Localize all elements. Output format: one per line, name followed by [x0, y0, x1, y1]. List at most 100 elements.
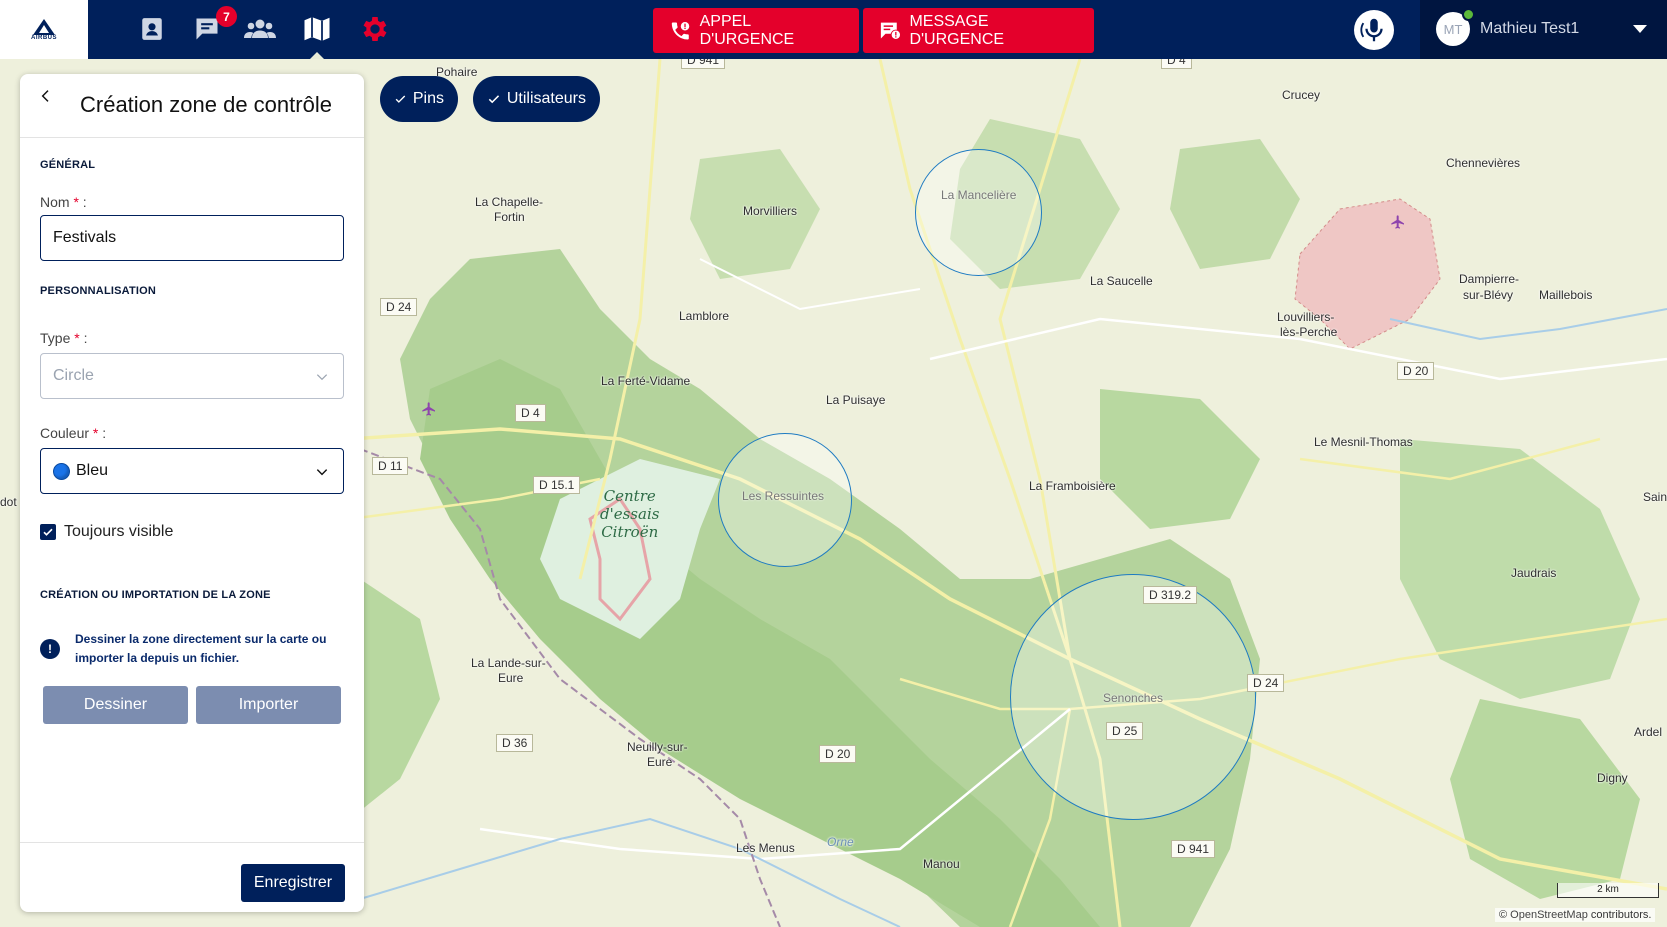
- check-icon: [395, 95, 406, 103]
- groups-icon[interactable]: [243, 12, 277, 46]
- always-visible-label[interactable]: Toujours visible: [64, 523, 173, 541]
- emergency-message-label: MESSAGE D'URGENCE: [909, 12, 1005, 48]
- place-label: Manou: [923, 857, 960, 871]
- place-label: Dampierre-: [1459, 272, 1520, 286]
- road-label: D 4: [515, 404, 546, 422]
- road-label: D 36: [496, 734, 534, 752]
- zone-label: Senonches: [1103, 691, 1164, 705]
- filter-pins-toggle[interactable]: Pins: [380, 76, 458, 122]
- place-label: Maillebois: [1539, 288, 1593, 302]
- emergency-call-button[interactable]: APPEL D'URGENCE: [653, 8, 859, 53]
- test-site-label-line: d'essais: [600, 505, 660, 523]
- color-select[interactable]: Bleu: [40, 448, 344, 494]
- save-button[interactable]: Enregistrer: [241, 864, 345, 902]
- place-label: Le Mesnil-Thomas: [1314, 435, 1413, 449]
- filter-users-label: Utilisateurs: [506, 90, 586, 107]
- airbus-logo: AIRBUS: [27, 13, 61, 47]
- place-label: dot: [0, 495, 17, 509]
- divider: [20, 137, 364, 138]
- attribution-suffix: contributors.: [1590, 909, 1652, 921]
- map-scale: 2 km: [1557, 883, 1659, 898]
- color-select-value: Bleu: [76, 462, 109, 479]
- check-icon: [43, 528, 53, 536]
- place-label: sur-Blévy: [1463, 288, 1514, 302]
- settings-icon[interactable]: [358, 12, 392, 46]
- place-label: Eure: [647, 755, 673, 769]
- section-customization: PERSONNALISATION: [40, 285, 157, 297]
- type-select-value: Circle: [53, 367, 94, 384]
- place-label: Louvilliers-: [1277, 310, 1335, 324]
- emergency-message-button[interactable]: MESSAGE D'URGENCE: [863, 8, 1094, 53]
- road-label: D 25: [1106, 722, 1144, 740]
- emergency-call-icon: [671, 21, 690, 39]
- place-label: Neuilly-sur-: [627, 740, 688, 754]
- place-label: La Puisaye: [826, 393, 886, 407]
- check-icon: [488, 95, 500, 104]
- info-icon: !: [40, 639, 60, 659]
- road-label: D 24: [380, 298, 418, 316]
- color-swatch: [53, 462, 70, 480]
- user-menu-caret-icon[interactable]: [1633, 25, 1647, 33]
- emergency-message-icon: [880, 22, 901, 40]
- back-button[interactable]: [34, 84, 58, 108]
- place-label: La Saucelle: [1090, 274, 1153, 288]
- zone-circle[interactable]: [915, 149, 1042, 276]
- push-to-talk-button[interactable]: [1354, 10, 1394, 50]
- logo: AIRBUS: [0, 0, 88, 59]
- place-label: Les Menus: [736, 841, 795, 855]
- divider: [20, 842, 364, 843]
- place-label: La Chapelle-: [475, 195, 544, 209]
- airbus-mark-icon: [33, 18, 55, 35]
- online-status-indicator: [1462, 8, 1475, 21]
- place-label: Lamblore: [679, 309, 730, 323]
- import-button[interactable]: Importer: [196, 686, 341, 724]
- place-label: Chennevières: [1446, 156, 1521, 170]
- place-label: Morvilliers: [743, 204, 797, 218]
- map-attribution: © OpenStreetMap contributors.: [1495, 908, 1656, 922]
- place-label: La Lande-sur-: [471, 656, 546, 670]
- color-label: Couleur * :: [40, 425, 106, 441]
- zone-label: La Mancelière: [941, 188, 1017, 202]
- place-label: Saint: [1643, 490, 1667, 504]
- road-label: D 15.1: [533, 476, 581, 494]
- chevron-down-icon: [316, 374, 328, 381]
- name-label-text: Nom: [40, 194, 70, 210]
- emergency-call-label: APPEL D'URGENCE: [699, 12, 795, 48]
- label-suffix: :: [98, 425, 107, 441]
- road-label: D 941: [1171, 840, 1216, 858]
- control-zone-panel: Création zone de contrôle GÉNÉRAL Nom * …: [20, 74, 364, 912]
- test-site-label-line: Citroën: [601, 523, 659, 541]
- map-icon[interactable]: [300, 12, 334, 46]
- panel-title: Création zone de contrôle: [80, 92, 332, 117]
- place-label: lès-Perche: [1280, 325, 1338, 339]
- road-label: D 319.2: [1143, 586, 1198, 604]
- color-label-text: Couleur: [40, 425, 90, 441]
- test-site-label: Centre d'essais Citroën: [600, 487, 659, 541]
- top-bar: AIRBUS 7 APPEL D'URGENCE MESSAGE D'URGEN…: [0, 0, 1667, 59]
- airport-icon: [1391, 215, 1404, 229]
- road-label: D 24: [1247, 674, 1285, 692]
- test-site-label-line: Centre: [603, 487, 656, 505]
- chevron-down-icon: [316, 469, 328, 476]
- user-menu[interactable]: MT Mathieu Test1: [1420, 0, 1667, 59]
- type-label: Type * :: [40, 330, 87, 346]
- user-name: Mathieu Test1: [1480, 20, 1580, 37]
- place-label: Jaudrais: [1511, 566, 1557, 580]
- contacts-icon[interactable]: [135, 12, 169, 46]
- type-select: Circle: [40, 353, 344, 399]
- type-label-text: Type: [40, 330, 71, 346]
- draw-button[interactable]: Dessiner: [43, 686, 188, 724]
- place-label: Ardel: [1634, 725, 1663, 739]
- label-suffix: :: [79, 330, 88, 346]
- messages-badge: 7: [216, 6, 237, 27]
- microphone-icon: [1360, 18, 1383, 42]
- place-label: Eure: [498, 671, 524, 685]
- airfield-icon: [422, 402, 435, 416]
- logo-text: AIRBUS: [30, 34, 57, 41]
- info-text: Dessiner la zone directement sur la cart…: [75, 632, 327, 665]
- road-label: D 11: [372, 457, 409, 475]
- name-input[interactable]: Festivals: [40, 215, 344, 261]
- filter-users-toggle[interactable]: Utilisateurs: [473, 76, 600, 122]
- openstreetmap-link[interactable]: OpenStreetMap: [1510, 909, 1588, 921]
- always-visible-checkbox[interactable]: [40, 524, 56, 540]
